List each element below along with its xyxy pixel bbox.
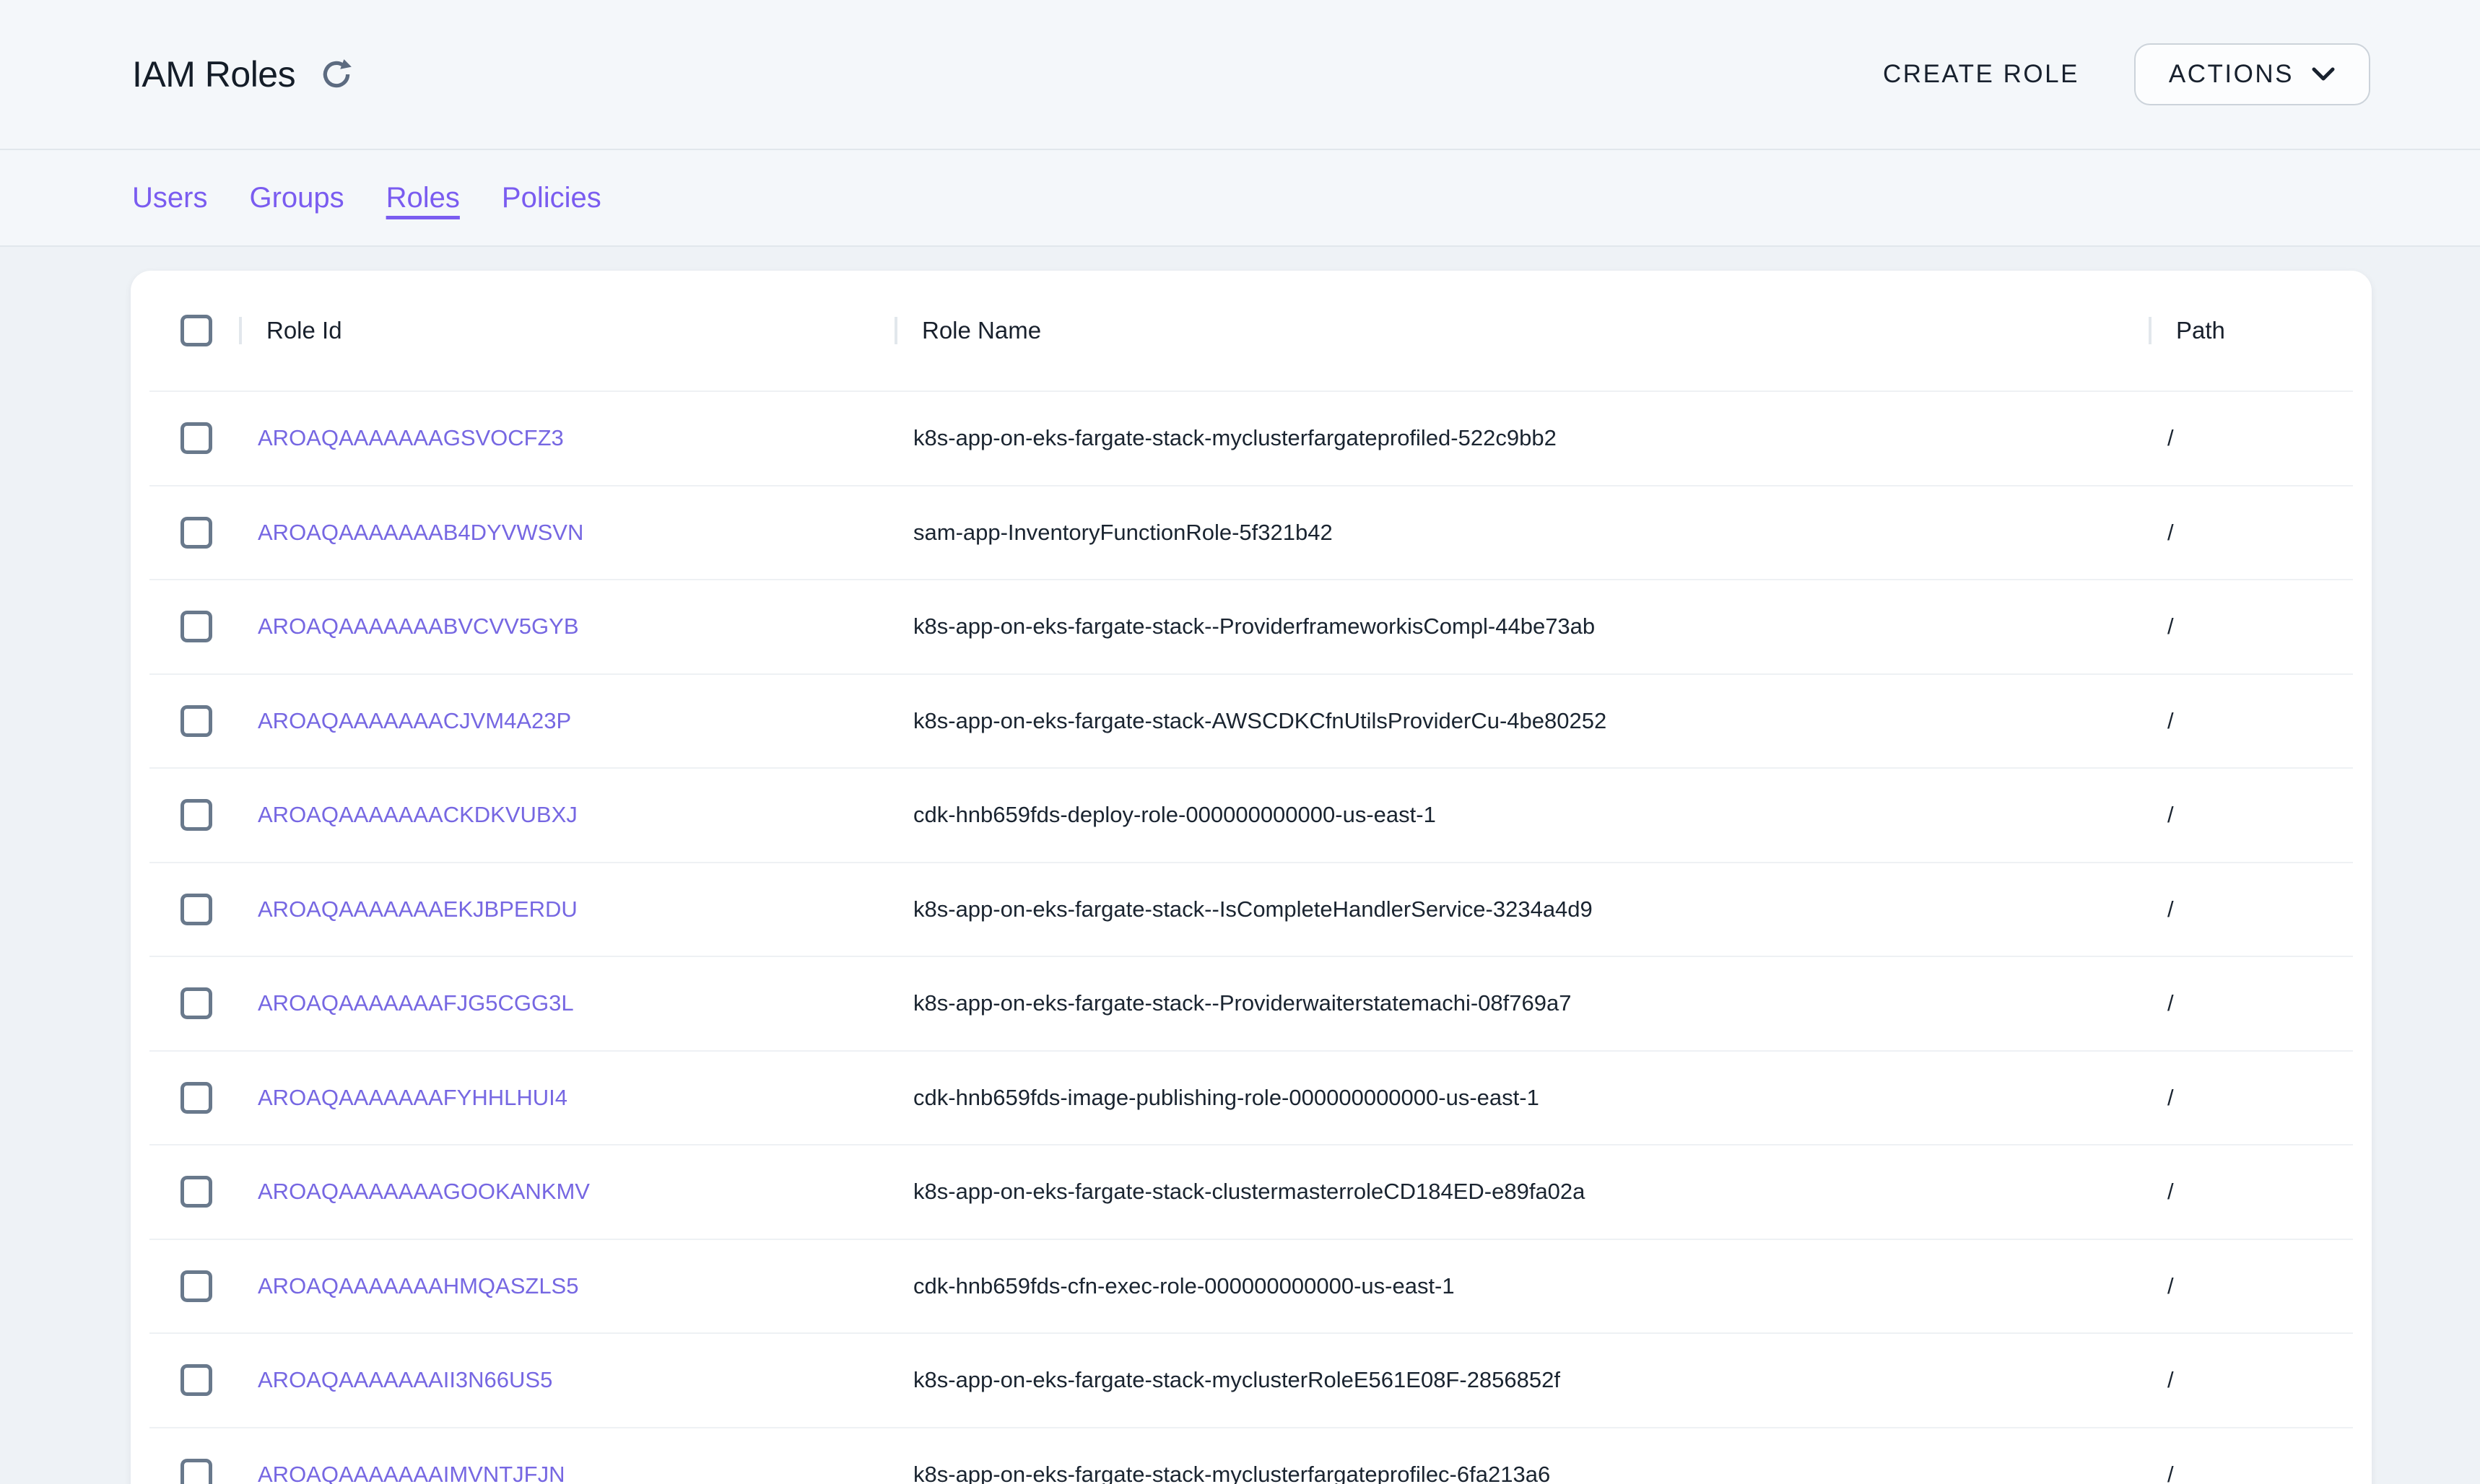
role-id-link[interactable]: AROAQAAAAAAAGOOKANKMV <box>258 1179 590 1204</box>
row-checkbox[interactable] <box>180 422 212 454</box>
row-checkbox[interactable] <box>180 1270 212 1302</box>
role-name-cell: k8s-app-on-eks-fargate-stack-myclusterfa… <box>895 425 2149 451</box>
path-cell: / <box>2149 802 2353 828</box>
row-checkbox[interactable] <box>180 1364 212 1396</box>
role-name-cell: k8s-app-on-eks-fargate-stack-clustermast… <box>895 1179 2149 1205</box>
role-id-link[interactable]: AROAQAAAAAAAB4DYVWSVN <box>258 520 583 545</box>
role-id-link[interactable]: AROAQAAAAAAAGSVOCFZ3 <box>258 425 564 450</box>
role-id-link[interactable]: AROAQAAAAAAAHMQASZLS5 <box>258 1273 578 1298</box>
column-header-role-name: Role Name <box>895 315 2149 346</box>
refresh-icon <box>318 56 354 92</box>
table-row: AROAQAAAAAAAFYHHLHUI4 cdk-hnb659fds-imag… <box>149 1050 2353 1145</box>
role-name-cell: k8s-app-on-eks-fargate-stack-AWSCDKCfnUt… <box>895 708 2149 734</box>
path-cell: / <box>2149 425 2353 451</box>
page-title: IAM Roles <box>132 53 295 95</box>
role-name-cell: k8s-app-on-eks-fargate-stack-myclusterRo… <box>895 1367 2149 1393</box>
row-checkbox[interactable] <box>180 1082 212 1114</box>
row-checkbox[interactable] <box>180 1176 212 1208</box>
role-name-cell: k8s-app-on-eks-fargate-stack-myclusterfa… <box>895 1462 2149 1484</box>
role-name-cell: cdk-hnb659fds-image-publishing-role-0000… <box>895 1085 2149 1111</box>
table-row: AROAQAAAAAAAHMQASZLS5 cdk-hnb659fds-cfn-… <box>149 1239 2353 1333</box>
table-row: AROAQAAAAAAACKDKVUBXJ cdk-hnb659fds-depl… <box>149 767 2353 862</box>
tab-groups[interactable]: Groups <box>249 182 344 214</box>
path-cell: / <box>2149 990 2353 1016</box>
chevron-down-icon <box>2311 66 2336 82</box>
role-id-link[interactable]: AROAQAAAAAAAEKJBPERDU <box>258 896 578 922</box>
table-row: AROAQAAAAAAAGSVOCFZ3 k8s-app-on-eks-farg… <box>149 390 2353 485</box>
role-id-link[interactable]: AROAQAAAAAAABVCVV5GYB <box>258 614 579 639</box>
path-cell: / <box>2149 708 2353 734</box>
role-name-cell: cdk-hnb659fds-deploy-role-000000000000-u… <box>895 802 2149 828</box>
role-name-cell: k8s-app-on-eks-fargate-stack--Providerfr… <box>895 614 2149 640</box>
table-row: AROAQAAAAAAAFJG5CGG3L k8s-app-on-eks-far… <box>149 956 2353 1050</box>
column-header-path: Path <box>2149 315 2353 346</box>
roles-table-card: Role Id Role Name Path AROAQAAAAAAAGSVOC… <box>131 271 2372 1484</box>
row-checkbox[interactable] <box>180 705 212 737</box>
role-id-link[interactable]: AROAQAAAAAAAIMVNTJFJN <box>258 1462 565 1484</box>
role-id-link[interactable]: AROAQAAAAAAAFJG5CGG3L <box>258 990 574 1016</box>
page-header: IAM Roles CREATE ROLE ACTIONS <box>0 0 2480 150</box>
role-name-cell: k8s-app-on-eks-fargate-stack--IsComplete… <box>895 896 2149 922</box>
row-checkbox[interactable] <box>180 894 212 925</box>
role-id-link[interactable]: AROAQAAAAAAAII3N66US5 <box>258 1367 552 1392</box>
content-area: Role Id Role Name Path AROAQAAAAAAAGSVOC… <box>0 247 2480 1483</box>
select-all-checkbox[interactable] <box>180 315 212 346</box>
table-header-row: Role Id Role Name Path <box>149 271 2353 390</box>
row-checkbox[interactable] <box>180 1459 212 1484</box>
role-name-cell: k8s-app-on-eks-fargate-stack--Providerwa… <box>895 990 2149 1016</box>
role-id-link[interactable]: AROAQAAAAAAAFYHHLHUI4 <box>258 1085 567 1110</box>
path-cell: / <box>2149 614 2353 640</box>
role-name-cell: sam-app-InventoryFunctionRole-5f321b42 <box>895 520 2149 546</box>
table-row: AROAQAAAAAAACJVM4A23P k8s-app-on-eks-far… <box>149 673 2353 768</box>
path-cell: / <box>2149 1085 2353 1111</box>
table-row: AROAQAAAAAAAGOOKANKMV k8s-app-on-eks-far… <box>149 1144 2353 1239</box>
row-checkbox[interactable] <box>180 611 212 642</box>
table-row: AROAQAAAAAAAII3N66US5 k8s-app-on-eks-far… <box>149 1332 2353 1427</box>
path-cell: / <box>2149 520 2353 546</box>
role-id-link[interactable]: AROAQAAAAAAACKDKVUBXJ <box>258 802 578 827</box>
path-cell: / <box>2149 1179 2353 1205</box>
table-body: AROAQAAAAAAAGSVOCFZ3 k8s-app-on-eks-farg… <box>149 390 2353 1484</box>
role-name-cell: cdk-hnb659fds-cfn-exec-role-000000000000… <box>895 1273 2149 1299</box>
refresh-button[interactable] <box>317 55 356 94</box>
table-row: AROAQAAAAAAAIMVNTJFJN k8s-app-on-eks-far… <box>149 1427 2353 1484</box>
table-row: AROAQAAAAAAABVCVV5GYB k8s-app-on-eks-far… <box>149 579 2353 673</box>
role-id-link[interactable]: AROAQAAAAAAACJVM4A23P <box>258 708 571 733</box>
column-header-role-id: Role Id <box>239 315 895 346</box>
tab-roles[interactable]: Roles <box>386 182 460 214</box>
actions-button-label: ACTIONS <box>2169 60 2294 89</box>
row-checkbox[interactable] <box>180 799 212 831</box>
row-checkbox[interactable] <box>180 987 212 1019</box>
path-cell: / <box>2149 896 2353 922</box>
resource-tab-bar: Users Groups Roles Policies <box>0 150 2480 247</box>
path-cell: / <box>2149 1367 2353 1393</box>
path-cell: / <box>2149 1462 2353 1484</box>
table-row: AROAQAAAAAAAEKJBPERDU k8s-app-on-eks-far… <box>149 862 2353 956</box>
create-role-button[interactable]: CREATE ROLE <box>1876 45 2087 103</box>
table-row: AROAQAAAAAAAB4DYVWSVN sam-app-InventoryF… <box>149 485 2353 580</box>
tab-policies[interactable]: Policies <box>502 182 601 214</box>
path-cell: / <box>2149 1273 2353 1299</box>
tab-users[interactable]: Users <box>132 182 207 214</box>
actions-button[interactable]: ACTIONS <box>2134 43 2370 105</box>
row-checkbox[interactable] <box>180 517 212 549</box>
